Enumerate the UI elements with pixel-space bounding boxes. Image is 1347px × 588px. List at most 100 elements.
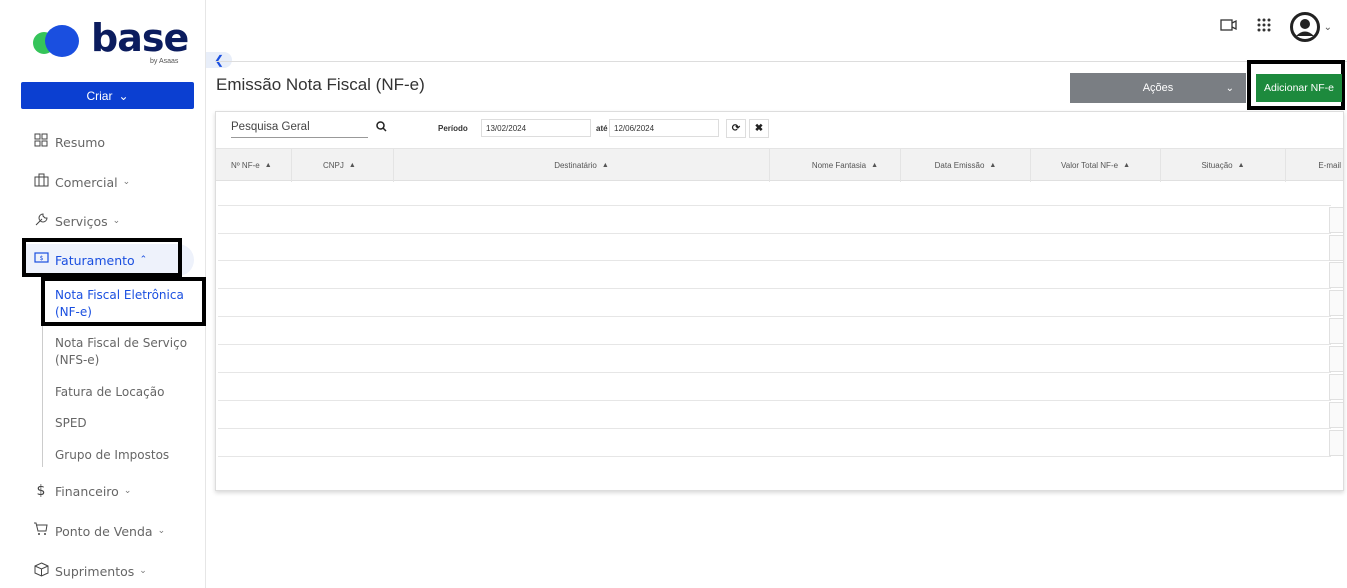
sidebar-item-servicos[interactable]: Serviços ⌄ [31, 209, 120, 233]
filter-row: Pesquisa Geral Período 13/02/2024 até 12… [216, 112, 1343, 148]
refresh-icon: ⟳ [731, 123, 741, 134]
dashboard-icon [31, 133, 51, 151]
chevron-down-icon: ⌄ [112, 216, 121, 226]
table-cell [1329, 346, 1343, 372]
search-icon[interactable] [376, 121, 387, 135]
chevron-down-icon: ⌄ [123, 486, 132, 496]
col-label: CNPJ [323, 161, 344, 170]
sidebar-item-ponto-venda[interactable]: Ponto de Venda ⌄ [31, 519, 165, 543]
table-row [218, 428, 1331, 429]
col-label: Valor Total NF-e [1061, 161, 1119, 170]
chevron-down-icon: ⌄ [118, 88, 129, 103]
sidebar-item-label: Serviços [55, 213, 108, 229]
table-row [218, 316, 1331, 317]
sort-icon: ▲︎ [264, 162, 272, 169]
sidebar-item-comercial[interactable]: Comercial ⌄ [31, 170, 130, 194]
criar-button[interactable]: Criar ⌄ [21, 82, 194, 109]
subnav-sped[interactable]: SPED [42, 415, 197, 432]
add-nfe-button[interactable]: Adicionar NF-e [1256, 74, 1342, 102]
date-from-input[interactable]: 13/02/2024 [481, 119, 591, 137]
col-label: Data Emissão [934, 161, 985, 170]
chevron-down-icon: ⌄ [157, 526, 166, 536]
topbar-icons: ⌄ [1219, 12, 1332, 42]
table-header: Nº NF-e ▲︎ CNPJ ▲︎ Destinatário ▲︎ Nome Fan… [216, 148, 1343, 182]
sort-icon: ▲︎ [1237, 162, 1245, 169]
sidebar-item-resumo[interactable]: Resumo [31, 130, 105, 154]
briefcase-icon [31, 173, 51, 191]
close-icon: ✖ [754, 123, 764, 134]
sidebar-item-suprimentos[interactable]: Suprimentos ⌄ [31, 559, 147, 583]
criar-label: Criar [86, 88, 113, 103]
col-situacao[interactable]: Situação ▲︎ [1161, 149, 1286, 182]
table-cell [1329, 235, 1343, 261]
chevron-left-icon: ❮ [213, 53, 225, 67]
sidebar-item-label: Comercial [55, 174, 118, 190]
sort-icon: ▲︎ [601, 162, 609, 169]
col-cnpj[interactable]: CNPJ ▲︎ [292, 149, 394, 182]
clear-button[interactable]: ✖ [749, 119, 769, 138]
table-cell [1329, 374, 1343, 400]
col-destinatario[interactable]: Destinatário ▲︎ [394, 149, 770, 182]
dollar-icon: $ [36, 483, 46, 499]
periodo-label: Período [438, 124, 468, 133]
col-label: Destinatário [554, 161, 597, 170]
header-divider [215, 61, 1347, 62]
table-cell [1329, 290, 1343, 316]
highlight-box-faturamento [22, 238, 182, 277]
subnav-nfse[interactable]: Nota Fiscal de Serviço (NFS-e) [42, 335, 197, 369]
sidebar-item-financeiro[interactable]: $ Financeiro ⌄ [31, 479, 132, 503]
sort-icon: ▲︎ [871, 162, 878, 169]
acoes-dropdown[interactable]: Ações ⌄ [1070, 73, 1246, 103]
table-cell [1329, 402, 1343, 428]
sort-icon: ▲︎ [989, 162, 997, 169]
col-label: Situação [1201, 161, 1233, 170]
logo-sub: by Asaas [150, 58, 179, 65]
col-label: E-mail [1318, 161, 1341, 170]
video-icon[interactable] [1219, 18, 1238, 36]
chevron-down-icon: ⌄ [122, 177, 131, 187]
table-cell [1329, 207, 1343, 233]
sort-icon: ▲︎ [1123, 162, 1130, 169]
table-cell [1329, 318, 1343, 344]
date-to-input[interactable]: 12/06/2024 [609, 119, 719, 137]
table-row [218, 288, 1331, 289]
sidebar-item-label: Suprimentos [55, 563, 135, 579]
col-label: Nome Fantasia [811, 161, 867, 170]
highlight-box-nfe [41, 277, 206, 326]
col-nome-fantasia[interactable]: Nome Fantasia ▲︎ [770, 149, 901, 182]
acoes-label: Ações [1142, 82, 1174, 94]
subnav-grupo-impostos[interactable]: Grupo de Impostos [42, 447, 197, 464]
logo-word: base [91, 16, 189, 60]
apps-grid-icon[interactable] [1256, 17, 1272, 38]
base-logo[interactable]: base by Asaas [33, 16, 189, 70]
table-row [218, 344, 1331, 345]
table-row [218, 400, 1331, 401]
table-cell [1329, 430, 1343, 456]
sidebar-item-label: Resumo [55, 134, 106, 150]
page-title: Emissão Nota Fiscal (NF-e) [216, 75, 425, 94]
chevron-down-icon: ⌄ [1323, 21, 1332, 33]
collapse-sidebar-button[interactable]: ❮ [206, 52, 232, 68]
sort-icon: ▲︎ [348, 162, 356, 169]
table-cell [1329, 262, 1343, 288]
nfe-panel: Pesquisa Geral Período 13/02/2024 até 12… [215, 111, 1344, 491]
search-input[interactable]: Pesquisa Geral [231, 118, 368, 138]
ate-label: até [596, 124, 608, 133]
table-row [218, 233, 1331, 234]
sidebar-item-label: Financeiro [55, 483, 119, 499]
refresh-button[interactable]: ⟳ [726, 119, 746, 138]
sidebar: base by Asaas Criar ⌄ Resumo Comercial ⌄… [0, 0, 206, 588]
chevron-down-icon: ⌄ [1225, 82, 1234, 94]
table-row [218, 260, 1331, 261]
box-icon [31, 561, 51, 581]
col-data-emissao[interactable]: Data Emissão ▲︎ [901, 149, 1031, 182]
col-label: Nº NF-e [231, 161, 260, 170]
table-row [218, 456, 1331, 457]
logo-blue-dot [45, 25, 79, 57]
sidebar-item-label: Ponto de Venda [55, 523, 153, 539]
col-email[interactable]: E-mail [1286, 149, 1343, 182]
col-valor-total[interactable]: Valor Total NF-e ▲︎ [1031, 149, 1161, 182]
col-nf-number[interactable]: Nº NF-e ▲︎ [216, 149, 292, 182]
user-avatar-icon[interactable]: ⌄ [1289, 12, 1332, 42]
subnav-fatura-locacao[interactable]: Fatura de Locação [42, 384, 197, 401]
